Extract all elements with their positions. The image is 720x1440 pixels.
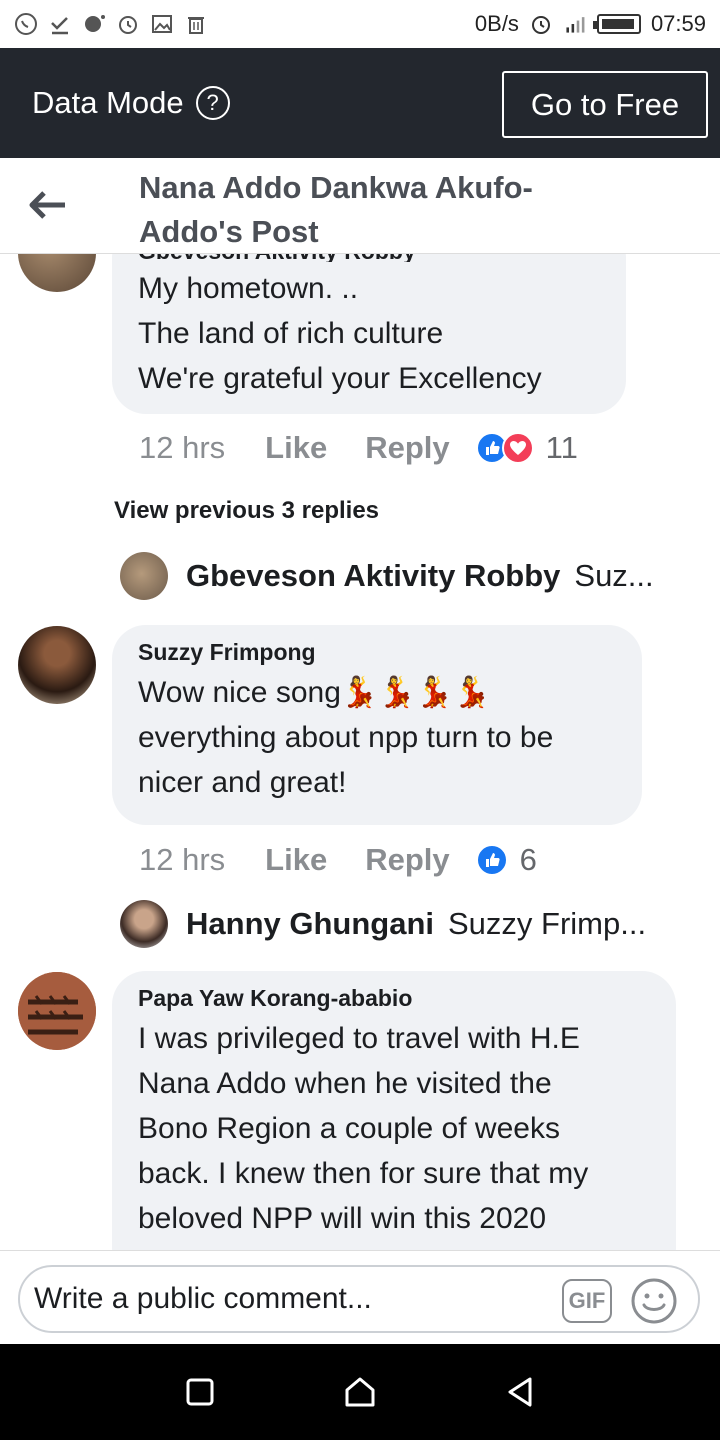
system-nav-bar [0, 1344, 720, 1440]
comment-author[interactable]: Papa Yaw Korang-ababio [138, 985, 650, 1012]
recents-square-icon[interactable] [180, 1372, 220, 1412]
comment-time[interactable]: 12 hrs [139, 842, 225, 878]
comment-line: beloved NPP will win this 2020 [138, 1202, 547, 1235]
image-icon [150, 12, 174, 36]
comment-actions: 12 hrs Like Reply 6 [139, 842, 537, 878]
notification-icons [14, 12, 208, 36]
reaction-count[interactable]: 6 [520, 842, 537, 878]
status-bar: 0B/s 07:59 [0, 0, 720, 48]
whatsapp-icon [14, 12, 38, 36]
battery-icon [592, 14, 641, 34]
reply-author[interactable]: Gbeveson Aktivity Robby [186, 558, 560, 594]
emoji-icon[interactable] [630, 1277, 678, 1325]
messenger-icon [82, 12, 106, 36]
comment-author[interactable]: Suzzy Frimpong [138, 639, 616, 666]
like-button[interactable]: Like [265, 430, 327, 466]
comment-line: Bono Region a couple of weeks [138, 1112, 560, 1145]
comment-author[interactable]: Gbeveson Aktivity Robby [138, 254, 600, 262]
signal-icon [563, 12, 587, 36]
view-previous-replies[interactable]: View previous 3 replies [114, 497, 379, 525]
comment-bubble[interactable]: Papa Yaw Korang-ababio I was privileged … [112, 971, 676, 1250]
avatar[interactable] [18, 626, 96, 704]
comment-line: Nana Addo when he visited the [138, 1067, 552, 1100]
trash-icon [184, 12, 208, 36]
avatar[interactable] [18, 254, 96, 292]
reply-author[interactable]: Hanny Ghungani [186, 906, 434, 942]
alarm-status-icon [529, 12, 553, 36]
data-mode-bar: Data Mode ? Go to Free [0, 48, 720, 158]
comment-composer: Write a public comment... GIF [0, 1250, 720, 1344]
back-triangle-icon[interactable] [500, 1372, 540, 1412]
comment-bubble[interactable]: Gbeveson Aktivity Robby My hometown. .. … [112, 254, 626, 414]
comment-bubble[interactable]: Suzzy Frimpong Wow nice song💃💃💃💃 everyth… [112, 625, 642, 825]
like-reaction-icon[interactable] [475, 844, 508, 876]
comment-line: nicer and great! [138, 766, 347, 799]
reply-button[interactable]: Reply [365, 430, 449, 466]
reply-button[interactable]: Reply [365, 842, 449, 878]
comment-line: Wow nice song💃💃💃💃 [138, 676, 491, 709]
comment-line: We're grateful your Excellency [138, 362, 542, 395]
reply-preview-text: Suzzy Frimp... [448, 906, 647, 941]
comment-input[interactable]: Write a public comment... GIF [18, 1265, 700, 1333]
comments-feed[interactable]: Gbeveson Aktivity Robby My hometown. .. … [0, 254, 720, 1250]
comment-line: The land of rich culture [138, 317, 444, 350]
comment-line: back. I knew then for sure that my [138, 1157, 589, 1190]
alarm-icon [116, 12, 140, 36]
reply-preview-row[interactable]: Hanny Ghungani Suzzy Frimp... [120, 900, 646, 948]
love-reaction-icon[interactable] [501, 432, 534, 464]
comment-input-placeholder: Write a public comment... [34, 1282, 372, 1315]
download-done-icon [48, 12, 72, 36]
avatar[interactable] [120, 552, 168, 600]
help-icon[interactable]: ? [195, 86, 230, 120]
comment-time[interactable]: 12 hrs [139, 430, 225, 466]
post-header: Nana Addo Dankwa Akufo-Addo's Post [0, 158, 720, 254]
avatar[interactable] [18, 972, 96, 1050]
avatar[interactable] [120, 900, 168, 948]
gif-button[interactable]: GIF [562, 1279, 612, 1323]
home-icon[interactable] [340, 1372, 380, 1412]
clock: 07:59 [650, 11, 706, 36]
net-speed: 0B/s [474, 11, 519, 36]
like-button[interactable]: Like [265, 842, 327, 878]
back-arrow-icon[interactable] [22, 182, 72, 228]
data-mode-label: Data Mode [32, 85, 184, 120]
reaction-count[interactable]: 11 [546, 430, 578, 466]
comment-line: My hometown. .. [138, 272, 359, 305]
reply-preview-text: Suz... [574, 558, 654, 593]
page-title: Nana Addo Dankwa Akufo-Addo's Post [139, 170, 533, 249]
comment-line: I was privileged to travel with H.E [138, 1022, 580, 1055]
comment-actions: 12 hrs Like Reply 11 [139, 430, 578, 466]
go-to-free-button[interactable]: Go to Free [502, 71, 708, 138]
comment-line: everything about npp turn to be [138, 721, 554, 754]
reply-preview-row[interactable]: Gbeveson Aktivity Robby Suz... [120, 552, 654, 600]
